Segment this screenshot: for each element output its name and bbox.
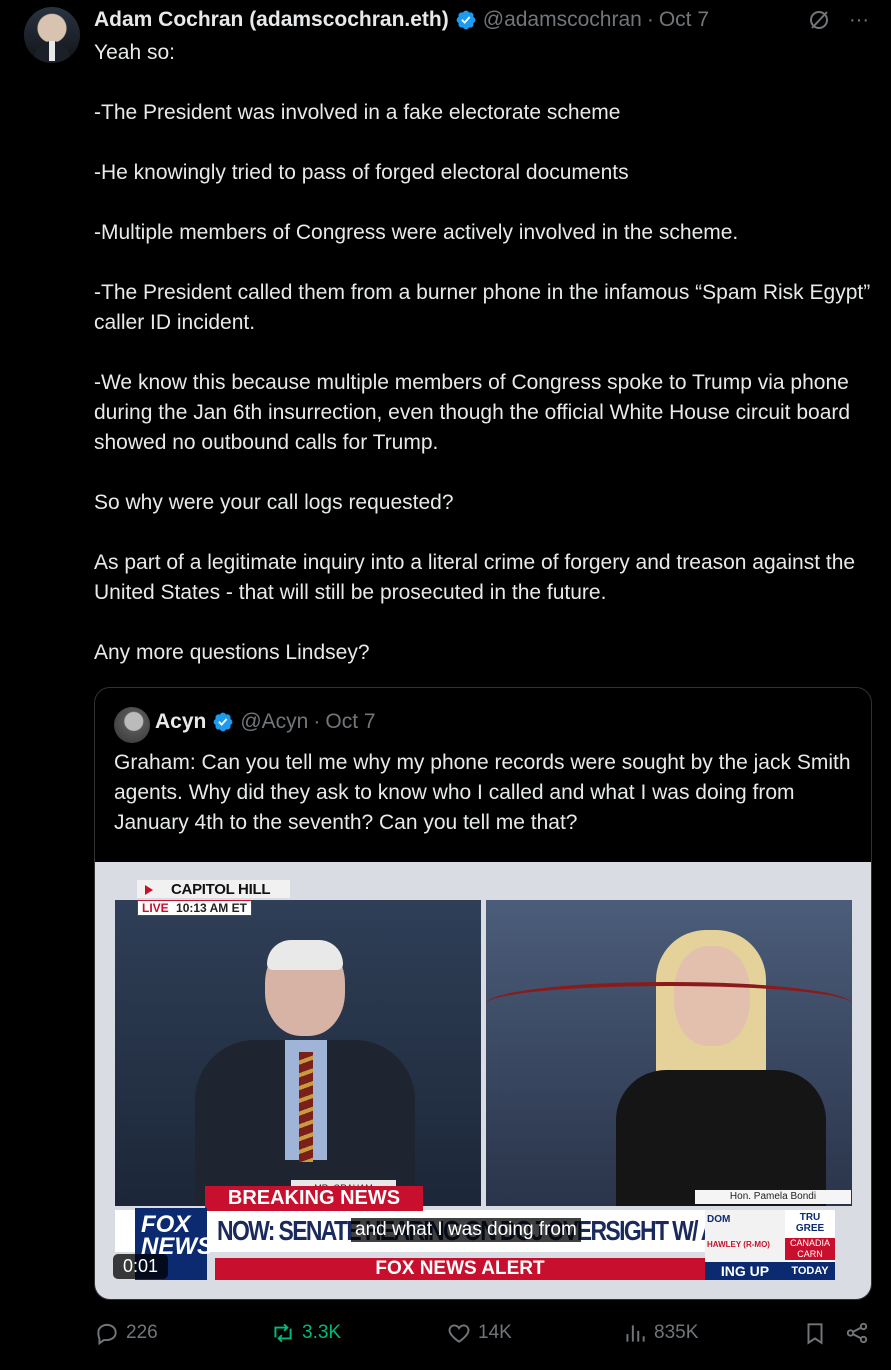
top-actions: ···: [807, 8, 869, 32]
repost-count: 3.3K: [302, 1322, 342, 1343]
video-panel-right: [486, 900, 852, 1206]
quoted-author-name[interactable]: Acyn: [155, 710, 206, 734]
author-avatar[interactable]: [24, 7, 80, 63]
share-icon: [846, 1322, 868, 1344]
stanchion-rope: [486, 982, 852, 1026]
video-caption: and what I was doing from: [351, 1218, 581, 1242]
side-promo-top: DOM: [707, 1214, 731, 1225]
like-button[interactable]: 14K: [446, 1320, 512, 1346]
side-promo2-mid: CANADIA CARN: [785, 1238, 835, 1260]
tweet-header: Adam Cochran (adamscochran.eth) @adamsco…: [94, 6, 709, 34]
live-badge: LIVE 10:13 AM ET: [137, 900, 252, 916]
reply-button[interactable]: 226: [94, 1320, 158, 1346]
verified-badge-icon: [456, 10, 476, 30]
share-button[interactable]: [844, 1320, 870, 1346]
repost-button[interactable]: 3.3K: [270, 1320, 341, 1346]
location-tag: CAPITOL HILL: [137, 880, 291, 898]
tweet-text: Yeah so: -The President was involved in …: [94, 41, 871, 664]
speaker-left: [195, 940, 415, 1206]
quoted-tweet[interactable]: Acyn @Acyn · Oct 7 Graham: Can you tell …: [94, 687, 872, 1300]
quoted-author-handle[interactable]: @Acyn: [240, 710, 308, 734]
side-promo-2: TRU GREE CANADIA CARN TODAY: [785, 1210, 835, 1280]
side-promo-mid: HAWLEY (R-MO): [707, 1240, 770, 1249]
author-name[interactable]: Adam Cochran (adamscochran.eth): [94, 8, 449, 32]
quoted-tweet-header: Acyn @Acyn · Oct 7: [155, 710, 376, 734]
side-promo-bottom: ING UP: [705, 1262, 785, 1280]
action-bar: 226 3.3K 14K 835K: [94, 1318, 870, 1348]
video-player[interactable]: CAPITOL HILL LIVE 10:13 AM ET MR. GRAHAM…: [95, 862, 871, 1299]
quoted-tweet-date[interactable]: Oct 7: [325, 710, 375, 734]
views-button[interactable]: 835K: [622, 1320, 698, 1346]
bookmark-icon: [807, 1323, 823, 1345]
live-time: 10:13 AM ET: [176, 901, 247, 915]
heart-icon: [448, 1324, 470, 1343]
reply-icon: [97, 1323, 117, 1346]
separator-dot: ·: [646, 8, 654, 31]
speaker-right: [616, 930, 836, 1206]
tweet-date[interactable]: Oct 7: [659, 8, 709, 32]
alert-banner: FOX NEWS ALERT: [215, 1258, 705, 1280]
quoted-tweet-text: Graham: Can you tell me why my phone rec…: [114, 751, 851, 834]
verified-badge-icon: [213, 712, 233, 732]
video-timer: 0:01: [113, 1254, 169, 1279]
repost-icon: [274, 1323, 292, 1343]
video-panel-left: [115, 900, 481, 1206]
side-promo2-top: TRU GREE: [795, 1212, 825, 1234]
avatar-shirt: [49, 41, 55, 61]
quoted-author-avatar[interactable]: [114, 707, 150, 743]
breaking-news-label: BREAKING NEWS: [205, 1186, 423, 1211]
separator-dot: ·: [313, 710, 321, 733]
author-handle[interactable]: @adamscochran: [483, 8, 642, 32]
side-promo2-bottom: TODAY: [785, 1262, 835, 1280]
more-options-icon[interactable]: ···: [849, 9, 869, 32]
live-label: LIVE: [142, 901, 169, 915]
views-icon: [626, 1325, 645, 1342]
side-promo: DOM HAWLEY (R-MO) ING UP: [705, 1210, 785, 1280]
view-count: 835K: [654, 1322, 699, 1343]
bookmark-button[interactable]: [802, 1320, 828, 1346]
grok-icon[interactable]: [807, 8, 831, 32]
nameplate-right: Hon. Pamela Bondi: [695, 1190, 851, 1204]
like-count: 14K: [478, 1322, 512, 1343]
reply-count: 226: [126, 1322, 158, 1343]
